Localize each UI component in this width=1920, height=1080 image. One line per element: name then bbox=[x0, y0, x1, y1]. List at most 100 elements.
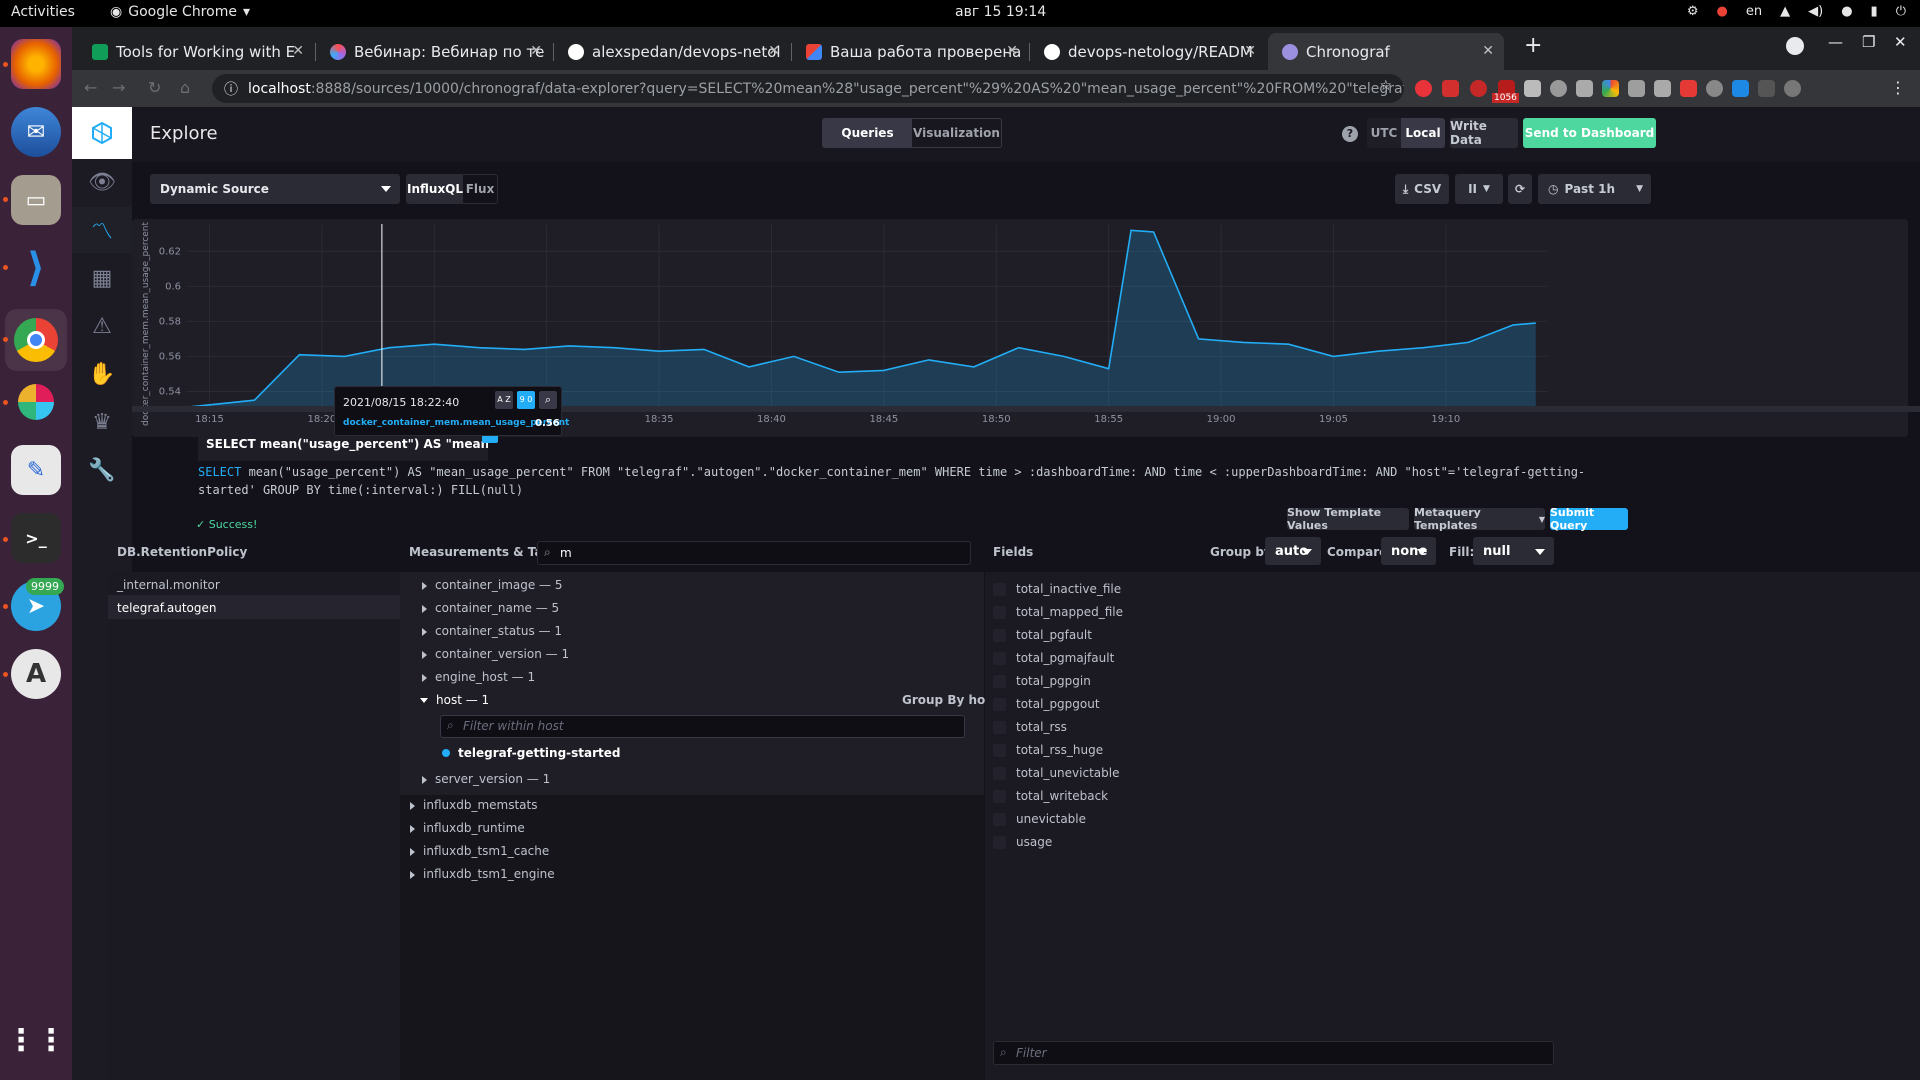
power-icon[interactable]: ⏻ bbox=[1896, 4, 1906, 19]
sort-alpha-icon[interactable]: A Z bbox=[495, 391, 513, 409]
tag-value-item[interactable]: telegraf-getting-started bbox=[442, 746, 621, 760]
tag-key-item[interactable]: container_image — 5 bbox=[422, 578, 563, 592]
wifi-icon[interactable]: ▲ bbox=[1780, 4, 1790, 19]
checkbox[interactable] bbox=[993, 651, 1006, 665]
software-updater-icon[interactable]: A bbox=[11, 649, 61, 699]
checkbox[interactable] bbox=[993, 835, 1006, 849]
checkbox[interactable] bbox=[993, 628, 1006, 642]
back-icon[interactable]: ← bbox=[84, 78, 97, 97]
extension-shield-icon[interactable] bbox=[1576, 80, 1593, 97]
close-tab-icon[interactable]: ✕ bbox=[530, 43, 542, 59]
terminal-icon[interactable]: >_ bbox=[11, 513, 61, 563]
help-icon[interactable]: ? bbox=[1342, 126, 1358, 142]
checkbox[interactable] bbox=[993, 789, 1006, 803]
app-menu[interactable]: ◉ Google Chrome ▾ bbox=[110, 4, 250, 20]
tab-tools[interactable]: Tools for Working with E ✕ bbox=[78, 33, 314, 70]
field-item[interactable]: unevictable bbox=[993, 812, 1086, 826]
extension-globe-icon[interactable] bbox=[1550, 80, 1567, 97]
checkbox[interactable] bbox=[993, 720, 1006, 734]
checkbox[interactable] bbox=[993, 674, 1006, 688]
fill-dropdown[interactable]: null bbox=[1473, 537, 1554, 565]
metaquery-templates-dropdown[interactable]: Metaquery Templates ▼ bbox=[1414, 506, 1545, 532]
compare-dropdown[interactable]: none bbox=[1381, 537, 1436, 565]
language-indicator[interactable]: en bbox=[1746, 4, 1762, 19]
thunderbird-icon[interactable]: ✉ bbox=[11, 107, 61, 157]
extension-puzzle-icon[interactable] bbox=[1758, 80, 1775, 97]
close-tab-icon[interactable]: ✕ bbox=[292, 43, 304, 59]
checkbox[interactable] bbox=[993, 743, 1006, 757]
checkbox[interactable] bbox=[993, 697, 1006, 711]
close-tab-icon[interactable]: ✕ bbox=[768, 43, 780, 59]
submit-query-button[interactable]: Submit Query bbox=[1550, 506, 1628, 532]
field-item[interactable]: total_rss bbox=[993, 720, 1067, 734]
refresh-button[interactable]: ⟳ bbox=[1508, 174, 1532, 204]
extension-gear-icon[interactable] bbox=[1706, 80, 1723, 97]
tab-webinar[interactable]: Вебинар: Вебинар по те ✕ bbox=[316, 33, 552, 70]
local-button[interactable]: Local bbox=[1400, 118, 1445, 148]
tag-value-filter-input[interactable]: ⌕ Filter within host bbox=[440, 715, 965, 738]
time-range-dropdown[interactable]: ◷ Past 1h ▼ bbox=[1538, 174, 1651, 204]
chronograf-logo[interactable] bbox=[72, 107, 132, 159]
field-item[interactable]: total_inactive_file bbox=[993, 582, 1121, 596]
write-data-button[interactable]: Write Data bbox=[1450, 118, 1518, 148]
tag-key-item[interactable]: container_name — 5 bbox=[422, 601, 559, 615]
measurement-item[interactable]: influxdb_runtime bbox=[410, 821, 525, 835]
info-icon[interactable]: ⓘ bbox=[224, 79, 238, 99]
text-editor-icon[interactable]: ✎ bbox=[11, 445, 61, 495]
nav-configuration-wrench-icon[interactable]: 🔧 bbox=[72, 447, 132, 493]
extension-screen-icon[interactable] bbox=[1732, 80, 1749, 97]
tab-github-repo[interactable]: alexspedan/devops-netol ✕ bbox=[554, 33, 790, 70]
field-item[interactable]: total_unevictable bbox=[993, 766, 1119, 780]
checkbox[interactable] bbox=[993, 812, 1006, 826]
field-item[interactable]: total_mapped_file bbox=[993, 605, 1123, 619]
nav-alerts-icon[interactable]: ⚠ bbox=[72, 303, 132, 349]
db-item[interactable]: _internal.monitor bbox=[117, 578, 220, 592]
microphone-icon[interactable]: ● bbox=[1841, 4, 1852, 19]
system-tray[interactable]: ⚙ ● en ▲ ◀) ● ▮ ⏻ bbox=[1687, 4, 1906, 19]
reload-icon[interactable]: ↻ bbox=[148, 78, 161, 97]
show-apps-icon[interactable]: ⋮⋮ bbox=[6, 1015, 66, 1065]
home-icon[interactable]: ⌂ bbox=[180, 78, 190, 97]
influxql-button[interactable]: InfluxQL bbox=[407, 175, 464, 203]
db-item-selected[interactable]: telegraf.autogen bbox=[117, 601, 217, 615]
volume-icon[interactable]: ◀) bbox=[1808, 4, 1823, 19]
tag-key-item[interactable]: container_status — 1 bbox=[422, 624, 562, 638]
extension-save-icon[interactable] bbox=[1442, 80, 1459, 97]
close-tab-icon[interactable]: ✕ bbox=[1244, 43, 1256, 59]
extension-video-icon[interactable] bbox=[1680, 80, 1697, 97]
clock[interactable]: авг 15 19:14 bbox=[955, 4, 1046, 20]
extension-clipboard-icon[interactable] bbox=[1524, 80, 1541, 97]
utc-button[interactable]: UTC bbox=[1367, 118, 1401, 148]
chrome-dock-item[interactable] bbox=[5, 309, 67, 371]
flux-button[interactable]: Flux bbox=[463, 175, 497, 203]
tag-key-item[interactable]: server_version — 1 bbox=[422, 772, 550, 786]
maximize-icon[interactable]: ❐ bbox=[1862, 33, 1875, 51]
show-template-values-button[interactable]: Show Template Values bbox=[1287, 506, 1409, 532]
close-tab-icon[interactable]: ✕ bbox=[1006, 43, 1018, 59]
files-icon[interactable]: ▭ bbox=[11, 175, 61, 225]
tab-search-icon[interactable] bbox=[1786, 37, 1804, 55]
new-tab-button[interactable]: + bbox=[1524, 33, 1542, 58]
close-window-icon[interactable]: ✕ bbox=[1894, 33, 1907, 51]
fields-filter-input[interactable]: ⌕ Filter bbox=[993, 1041, 1554, 1065]
extension-adblock-icon[interactable] bbox=[1415, 80, 1432, 97]
slack-icon[interactable] bbox=[11, 377, 61, 427]
sort-numeric-icon[interactable]: 9 0 bbox=[517, 391, 535, 409]
tag-key-item[interactable]: engine_host — 1 bbox=[422, 670, 535, 684]
field-item[interactable]: usage bbox=[993, 835, 1052, 849]
browser-menu-icon[interactable]: ⋮ bbox=[1890, 78, 1906, 97]
group-by-dropdown[interactable]: auto bbox=[1265, 537, 1321, 565]
activities-button[interactable]: Activities bbox=[11, 4, 75, 20]
field-item[interactable]: total_writeback bbox=[993, 789, 1108, 803]
tab-github-readme[interactable]: devops-netology/READM ✕ bbox=[1030, 33, 1266, 70]
field-item[interactable]: total_pgpgin bbox=[993, 674, 1091, 688]
tag-key-item[interactable]: container_version — 1 bbox=[422, 647, 569, 661]
search-icon[interactable]: ⌕ bbox=[539, 391, 557, 409]
close-tab-icon[interactable]: ✕ bbox=[1482, 43, 1494, 59]
extension-abp-icon[interactable] bbox=[1470, 80, 1487, 97]
firefox-icon[interactable] bbox=[11, 39, 61, 89]
address-bar[interactable]: ⓘ localhost:8888/sources/10000/chronogra… bbox=[212, 74, 1404, 103]
nav-dashboards-icon[interactable]: ▦ bbox=[72, 255, 132, 301]
checkbox[interactable] bbox=[993, 766, 1006, 780]
bookmark-star-icon[interactable]: ☆ bbox=[1379, 78, 1392, 94]
